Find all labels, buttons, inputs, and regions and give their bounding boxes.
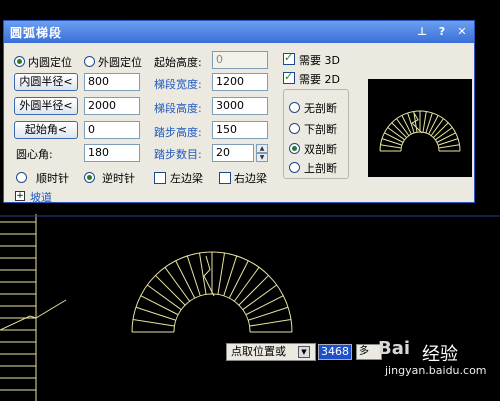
no-section-radio[interactable] — [289, 102, 300, 113]
need-3d-label: 需要 3D — [299, 54, 340, 67]
start-angle-button[interactable]: 起始角< — [14, 121, 78, 139]
dropdown-icon[interactable]: ▼ — [298, 346, 310, 358]
titlebar: 圆弧梯段 ⊥ ? ✕ — [4, 21, 474, 43]
preview-stair-step-line — [437, 138, 459, 146]
preview-stair-step-line — [380, 144, 402, 149]
inner-position-radio[interactable] — [14, 56, 25, 67]
preview-stair-step-line — [428, 115, 439, 135]
outer-position-radio[interactable] — [84, 56, 95, 67]
main-stair-step-line — [223, 255, 238, 297]
upper-section-label: 上剖断 — [304, 162, 337, 175]
main-stair-step-line — [186, 255, 201, 297]
outer-radius-button[interactable]: 外圆半径< — [14, 97, 78, 115]
watermark-cn: 经验 — [422, 344, 458, 365]
double-section-label: 双剖断 — [304, 143, 337, 156]
preview-drawing — [379, 110, 461, 152]
close-icon[interactable]: ✕ — [454, 24, 470, 40]
step-count-input[interactable]: 20 — [212, 144, 254, 162]
spin-down-icon[interactable]: ▼ — [256, 153, 268, 162]
counterclockwise-radio[interactable] — [84, 172, 95, 183]
main-stair-inner-arc — [173, 293, 251, 333]
watermark-brand: Bai — [378, 338, 411, 359]
help-icon[interactable]: ? — [434, 24, 450, 40]
need-2d-label: 需要 2D — [299, 73, 340, 86]
preview-stair-step-line — [381, 138, 403, 146]
left-beam-checkbox[interactable] — [154, 172, 166, 184]
clockwise-label: 顺时针 — [36, 172, 69, 185]
double-section-radio[interactable] — [289, 143, 300, 154]
expand-icon[interactable]: + — [15, 191, 25, 201]
main-stair-step-line — [233, 266, 260, 302]
main-stair-step-line — [140, 295, 179, 316]
outer-position-label: 外圆定位 — [98, 56, 142, 69]
stair-width-label: 梯段宽度: — [154, 78, 202, 91]
main-stair-step-line — [249, 318, 292, 327]
right-beam-label: 右边梁 — [234, 172, 267, 185]
spin-up-icon[interactable]: ▲ — [256, 144, 268, 153]
start-height-input[interactable]: 0 — [212, 51, 268, 69]
stair-preview — [368, 79, 472, 177]
main-stair-step-line — [245, 295, 284, 316]
right-beam-checkbox[interactable] — [219, 172, 231, 184]
main-stair-step-line — [228, 260, 249, 299]
ramp-label[interactable]: 坡道 — [30, 189, 52, 205]
left-beam-label: 左边梁 — [170, 172, 203, 185]
stair-height-label: 梯段高度: — [154, 102, 202, 115]
preview-stair-step-line — [436, 132, 456, 143]
preview-stair-step-line — [384, 132, 404, 143]
command-input[interactable]: 3468 — [318, 344, 352, 360]
upper-section-radio[interactable] — [289, 162, 300, 173]
step-height-input[interactable]: 150 — [212, 121, 268, 139]
preview-stair-step-line — [425, 112, 433, 134]
main-stair-step-line — [238, 275, 269, 306]
main-stair-step-line — [198, 252, 207, 295]
main-stair-step-line — [135, 306, 177, 321]
main-stair-step-line — [242, 284, 278, 311]
diagonal-line — [0, 299, 67, 331]
arc-stair-dialog: 圆弧梯段 ⊥ ? ✕ 内圆定位 外圆定位 内圆半径< 800 外圆半径< 200… — [3, 20, 475, 205]
main-stair-step-line — [146, 284, 182, 311]
main-stair-step-line — [164, 266, 191, 302]
dialog-title: 圆弧梯段 — [10, 26, 63, 40]
stair-width-input[interactable]: 1200 — [212, 73, 268, 91]
need-2d-checkbox[interactable] — [283, 70, 295, 84]
main-stair-step-line — [217, 252, 226, 295]
main-stair-step-line — [155, 275, 186, 306]
inner-position-label: 内圆定位 — [28, 56, 72, 69]
step-height-label: 踏步高度: — [154, 126, 202, 139]
stair-height-input[interactable]: 3000 — [212, 97, 268, 115]
center-angle-input[interactable]: 180 — [84, 144, 140, 162]
step-count-label: 踏步数目: — [154, 148, 202, 161]
outer-radius-input[interactable]: 2000 — [84, 97, 140, 115]
clockwise-radio[interactable] — [16, 172, 27, 183]
inner-radius-button[interactable]: 内圆半径< — [14, 73, 78, 91]
main-stair-step-line — [247, 306, 289, 321]
inner-radius-input[interactable]: 800 — [84, 73, 140, 91]
preview-stair-inner-arc — [400, 131, 440, 152]
need-3d-checkbox[interactable] — [283, 51, 295, 65]
counterclockwise-label: 逆时针 — [102, 172, 135, 185]
no-section-label: 无剖断 — [304, 102, 337, 115]
main-stair-step-line — [175, 260, 196, 299]
lower-section-label: 下剖断 — [304, 123, 337, 136]
preview-stair-step-line — [422, 111, 427, 133]
start-angle-input[interactable]: 0 — [84, 121, 140, 139]
main-stair-step-line — [132, 318, 175, 327]
center-angle-label: 圆心角: — [16, 148, 53, 161]
preview-stair-step-line — [438, 144, 460, 149]
watermark-url: jingyan.baidu.com — [385, 364, 487, 377]
preview-stair-step-line — [401, 115, 412, 135]
pin-icon[interactable]: ⊥ — [414, 24, 430, 40]
lower-section-radio[interactable] — [289, 123, 300, 134]
step-count-spinner[interactable]: ▲ ▼ — [256, 144, 268, 162]
start-height-label: 起始高度: — [154, 56, 202, 69]
